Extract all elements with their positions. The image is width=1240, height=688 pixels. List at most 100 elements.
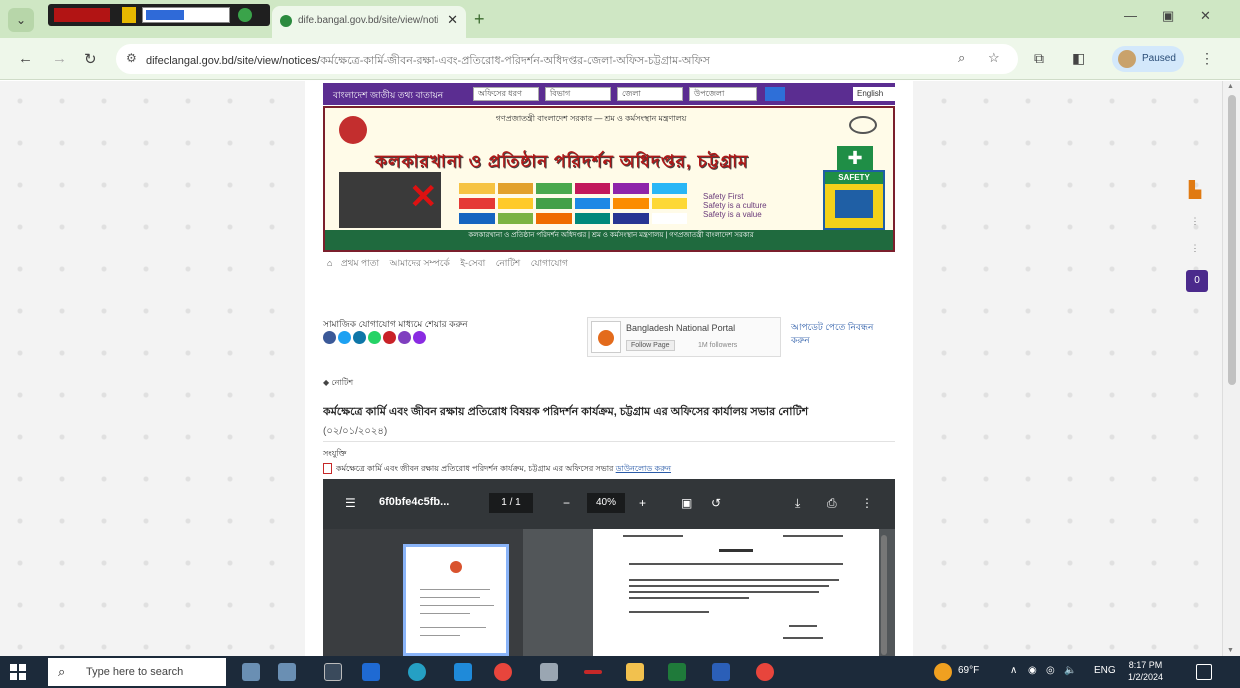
site-info-icon[interactable]: ⚙ bbox=[126, 51, 137, 65]
thumbnail-seal-icon bbox=[450, 561, 462, 573]
pdf-rotate-icon[interactable]: ↺ bbox=[711, 496, 721, 510]
upazila-select[interactable]: উপজেলা bbox=[689, 87, 757, 101]
menu-item[interactable]: যোগাযোগ bbox=[531, 258, 568, 268]
district-select[interactable]: জেলা bbox=[617, 87, 683, 101]
page-scrollbar[interactable]: ▲ ▼ bbox=[1222, 81, 1240, 656]
banner-footer: কলকারখানা ও প্রতিষ্ঠান পরিদর্শন অধিদপ্তর… bbox=[325, 230, 893, 250]
facebook-page-widget[interactable]: Bangladesh National Portal Follow Page 1… bbox=[587, 317, 781, 357]
scroll-up-icon[interactable]: ▲ bbox=[1227, 83, 1234, 90]
word-app-icon[interactable] bbox=[712, 663, 730, 681]
attachment-row: কর্মক্ষেত্রে কার্মি এবং জীবন রক্ষায় প্র… bbox=[323, 463, 893, 475]
office-type-select[interactable]: অফিসের ধরণ bbox=[473, 87, 539, 101]
overlay-folder-icon[interactable] bbox=[122, 7, 136, 23]
fb-follow-button[interactable]: Follow Page bbox=[626, 340, 675, 351]
chrome-profile-icon[interactable] bbox=[756, 663, 774, 681]
side-panel-icon[interactable]: ◧ bbox=[1072, 50, 1085, 67]
edge-browser-icon[interactable] bbox=[408, 663, 426, 681]
share-label: সামাজিক যোগাযোগ মাধ্যমে শেয়ার করুন bbox=[323, 319, 468, 329]
url-text[interactable]: difeclangal.gov.bd/site/view/notices/কর্… bbox=[146, 52, 946, 71]
recording-app-icon[interactable] bbox=[584, 670, 602, 674]
forward-icon[interactable]: → bbox=[52, 50, 67, 67]
pdf-zoom-level[interactable]: 40% bbox=[587, 493, 625, 513]
volume-icon[interactable]: 🔈 bbox=[1064, 665, 1076, 676]
close-window-icon[interactable]: ✕ bbox=[1200, 8, 1211, 24]
share-email-icon[interactable] bbox=[398, 331, 411, 344]
back-icon[interactable]: ← bbox=[18, 50, 33, 67]
new-tab-icon[interactable]: + bbox=[474, 9, 485, 30]
pdf-menu-icon[interactable]: ☰ bbox=[345, 496, 356, 510]
mail-app-icon[interactable] bbox=[454, 663, 472, 681]
language-select[interactable]: English bbox=[853, 87, 903, 101]
menu-item[interactable]: নোটিশ bbox=[496, 258, 520, 268]
extensions-icon[interactable]: ⧉ bbox=[1034, 50, 1044, 67]
profile-button[interactable]: Paused bbox=[1112, 46, 1184, 72]
maximize-icon[interactable]: ▣ bbox=[1162, 8, 1174, 24]
chrome-browser-icon[interactable] bbox=[494, 663, 512, 681]
search-icon: ⌕ bbox=[58, 664, 66, 679]
safety-sign: SAFETY bbox=[823, 170, 885, 230]
task-view-icon[interactable] bbox=[324, 663, 342, 681]
overlay-selected-text bbox=[146, 10, 184, 20]
weather-temp[interactable]: 69°F bbox=[958, 665, 979, 676]
cortana-app-icon[interactable] bbox=[242, 663, 260, 681]
scroll-thumb[interactable] bbox=[1228, 95, 1236, 385]
fb-page-name[interactable]: Bangladesh National Portal bbox=[626, 323, 735, 333]
notification-icon[interactable] bbox=[1196, 664, 1212, 680]
sync-icon[interactable]: ◎ bbox=[1046, 665, 1055, 676]
menu-item[interactable]: আমাদের সম্পর্কে bbox=[390, 258, 450, 268]
pdf-download-icon[interactable]: ⤓ bbox=[795, 496, 800, 511]
zoom-search-icon[interactable]: ⌕ bbox=[958, 50, 965, 66]
share-whatsapp-icon[interactable] bbox=[368, 331, 381, 344]
file-explorer-icon[interactable] bbox=[626, 663, 644, 681]
overlay-red-label[interactable] bbox=[54, 8, 110, 22]
pdf-more-icon[interactable]: ⋮ bbox=[861, 496, 873, 510]
taskbar-search-box[interactable]: ⌕ Type here to search bbox=[48, 658, 226, 686]
portal-label[interactable]: বাংলাদেশ জাতীয় তথ্য বাতায়ন bbox=[333, 88, 443, 103]
calendar-app-icon[interactable] bbox=[362, 663, 380, 681]
pdf-fit-page-icon[interactable]: ▣ bbox=[681, 496, 692, 510]
pdf-print-icon[interactable]: ⎙ bbox=[827, 496, 837, 511]
share-pinterest-icon[interactable] bbox=[383, 331, 396, 344]
menu-item[interactable]: প্রথম পাতা bbox=[341, 258, 379, 268]
widget-app-icon[interactable] bbox=[278, 663, 296, 681]
store-app-icon[interactable] bbox=[540, 663, 558, 681]
download-link[interactable]: ডাউনলোড করুন bbox=[616, 464, 671, 473]
weather-icon[interactable] bbox=[934, 663, 952, 681]
pdf-zoom-out-icon[interactable]: − bbox=[563, 496, 570, 510]
menu-item[interactable]: ই-সেবা bbox=[460, 258, 485, 268]
division-select[interactable]: বিভাগ bbox=[545, 87, 611, 101]
windows-start-icon[interactable] bbox=[10, 664, 26, 680]
tray-arrow-icon[interactable]: ∧ bbox=[1010, 665, 1017, 676]
share-facebook-icon[interactable] bbox=[323, 331, 336, 344]
share-linkedin-icon[interactable] bbox=[353, 331, 366, 344]
home-icon[interactable]: ⌂ bbox=[327, 258, 332, 268]
side-link-icon[interactable]: ⋮ bbox=[1180, 243, 1210, 254]
pdf-scrollbar[interactable] bbox=[881, 535, 887, 655]
tab-search-button[interactable]: ⌄ bbox=[8, 8, 34, 32]
tab-active[interactable]: dife.bangal.gov.bd/site/view/notices ✕ bbox=[272, 6, 466, 38]
tab-close-icon[interactable]: ✕ bbox=[447, 12, 458, 28]
system-clock[interactable]: 8:17 PM 1/2/2024 bbox=[1128, 659, 1163, 683]
pdf-zoom-in-icon[interactable]: + bbox=[639, 496, 646, 510]
share-twitter-icon[interactable] bbox=[338, 331, 351, 344]
overlay-text-field[interactable] bbox=[142, 7, 230, 23]
side-link-icon[interactable]: ⋮ bbox=[1180, 216, 1210, 227]
network-icon[interactable]: ◉ bbox=[1028, 665, 1037, 676]
kebab-menu-icon[interactable]: ⋮ bbox=[1200, 50, 1214, 67]
divider bbox=[323, 441, 895, 442]
reload-icon[interactable]: ↻ bbox=[84, 50, 97, 68]
pdf-thumbnail-page-1[interactable] bbox=[403, 544, 509, 656]
subscribe-link[interactable]: আপডেট পেতে নিবন্ধন করুন bbox=[791, 321, 891, 347]
excel-app-icon[interactable] bbox=[668, 663, 686, 681]
side-badge-icon[interactable]: 0 bbox=[1186, 270, 1208, 292]
go-button[interactable] bbox=[765, 87, 785, 101]
scroll-down-icon[interactable]: ▼ bbox=[1227, 647, 1234, 654]
language-indicator[interactable]: ENG bbox=[1094, 665, 1116, 676]
pdf-page-indicator[interactable]: 1 / 1 bbox=[489, 493, 533, 513]
overlay-shield-icon[interactable] bbox=[238, 8, 252, 22]
minimize-icon[interactable]: — bbox=[1124, 8, 1137, 23]
address-bar[interactable]: ⚙ difeclangal.gov.bd/site/view/notices/ক… bbox=[116, 44, 1018, 74]
bookmark-star-icon[interactable]: ☆ bbox=[988, 50, 1000, 66]
share-print-icon[interactable] bbox=[413, 331, 426, 344]
analytics-chart-icon[interactable]: ▙ bbox=[1180, 180, 1210, 200]
